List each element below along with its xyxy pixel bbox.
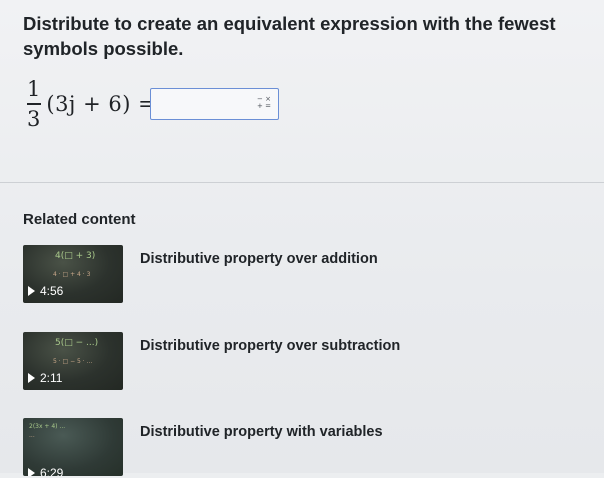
video-duration: 2:11 xyxy=(28,371,62,385)
duration-text: 2:11 xyxy=(40,371,63,385)
related-content-heading: Related content xyxy=(23,211,136,228)
fraction-denominator: 3 xyxy=(27,107,41,131)
video-duration: 6:29 xyxy=(28,466,63,476)
video-title-link[interactable]: Distributive property with variables xyxy=(140,424,383,440)
video-duration: 4:56 xyxy=(28,284,63,298)
video-title-link[interactable]: Distributive property over addition xyxy=(140,251,378,267)
fraction-numerator: 1 xyxy=(27,77,41,101)
duration-text: 4:56 xyxy=(40,284,64,298)
play-icon xyxy=(28,373,35,383)
play-icon xyxy=(28,286,35,296)
play-icon xyxy=(28,468,35,476)
related-video-item[interactable]: 2(3x + 4) ... ... 6:29 Distributive prop… xyxy=(23,418,423,478)
duration-text: 6:29 xyxy=(40,466,64,476)
answer-input[interactable]: − × + = xyxy=(150,88,279,120)
equation: 1 3 (3j + 6) = xyxy=(25,74,156,134)
thumbnail-scribble: 5(□ − ...) xyxy=(55,338,99,348)
video-thumbnail[interactable]: 5(□ − ...) 5 · □ − 5 · ... 2:11 xyxy=(23,332,123,390)
thumbnail-scribble: 4 · □ + 4 · 3 xyxy=(53,271,91,278)
fraction-one-third: 1 3 xyxy=(25,78,42,130)
video-thumbnail[interactable]: 2(3x + 4) ... ... 6:29 xyxy=(23,418,123,476)
thumbnail-scribble: 5 · □ − 5 · ... xyxy=(53,358,93,365)
thumbnail-scribble: 4(□ + 3) xyxy=(55,251,96,261)
video-title-link[interactable]: Distributive property over subtraction xyxy=(140,338,400,354)
math-keypad-icon[interactable]: − × + = xyxy=(257,96,271,112)
related-video-item[interactable]: 4(□ + 3) 4 · □ + 4 · 3 4:56 Distributive… xyxy=(23,245,423,305)
thumbnail-scribble: ... xyxy=(29,432,35,439)
related-video-item[interactable]: 5(□ − ...) 5 · □ − 5 · ... 2:11 Distribu… xyxy=(23,332,423,392)
question-prompt: Distribute to create an equivalent expre… xyxy=(23,13,556,59)
expression-text: (3j + 6) = xyxy=(46,92,157,116)
exercise-page: Distribute to create an equivalent expre… xyxy=(0,0,604,476)
fraction-bar xyxy=(26,103,41,105)
section-divider xyxy=(0,182,604,183)
video-thumbnail[interactable]: 4(□ + 3) 4 · □ + 4 · 3 4:56 xyxy=(23,245,123,303)
thumbnail-scribble: 2(3x + 4) ... xyxy=(29,423,66,430)
